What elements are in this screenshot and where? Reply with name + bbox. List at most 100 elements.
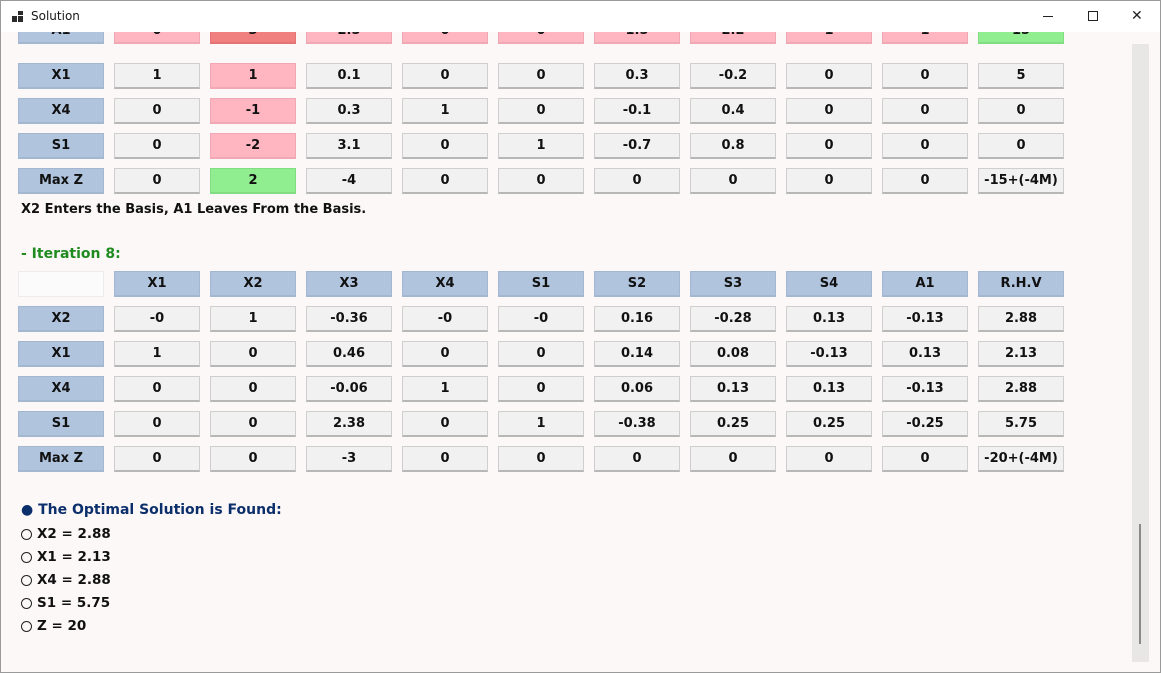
table-cell: -4 [306,168,392,194]
table-cell: 0.14 [594,341,680,367]
table-cell: -0.1 [594,98,680,124]
table-cell: 1 [882,32,968,44]
table-cell: 0.13 [690,376,776,402]
table-cell: 0.06 [594,376,680,402]
table-cell: 0 [402,63,488,89]
table-cell: -15+(-4M) [978,168,1064,194]
table-cell: -0 [498,306,584,332]
table-cell: -0.38 [594,411,680,437]
table-cell: -0.36 [306,306,392,332]
table-cell: 2.38 [306,411,392,437]
table-cell: 0.3 [594,63,680,89]
row-label: X4 [18,376,104,402]
table-cell: 0 [114,32,200,44]
column-header: X3 [306,271,392,297]
table-cell: 0.13 [786,306,872,332]
table-cell: 0 [882,98,968,124]
row-label: Max Z [18,446,104,472]
table-cell: 1 [114,63,200,89]
table-cell: 0.25 [690,411,776,437]
column-header: S2 [594,271,680,297]
row-label: A1 [18,32,104,44]
iteration-title: - Iteration 8: [21,246,121,262]
table-cell: -2 [210,133,296,159]
scrollbar-thumb[interactable] [1139,524,1141,644]
row-label: X2 [18,306,104,332]
maximize-button[interactable] [1070,1,1116,32]
table-cell: 0 [786,63,872,89]
table-cell: 0 [882,133,968,159]
circle-icon [21,620,32,632]
vertical-scrollbar[interactable] [1132,44,1149,662]
table-cell: 0 [498,98,584,124]
solution-content: A1 0 3 2.5 0 0 1.5 2.2 1 1 15 X1 1 1 0.1… [1,32,1129,672]
table-cell: 2.88 [978,306,1064,332]
table-cell: 3 [210,32,296,44]
table-cell: 0 [882,446,968,472]
table-cell: 0 [114,98,200,124]
column-header: R.H.V [978,271,1064,297]
table-cell: -0 [114,306,200,332]
window-title: Solution [31,9,80,23]
table-cell: -0.28 [690,306,776,332]
solution-text: Z = 20 [37,618,87,634]
table-cell: 0.3 [306,98,392,124]
circle-icon [21,574,32,586]
table-cell: 0 [978,133,1064,159]
table-cell: 15 [978,32,1064,44]
optimal-solution-title: ● The Optimal Solution is Found: [21,502,282,518]
table-cell: 5.75 [978,411,1064,437]
table-cell: 1.5 [594,32,680,44]
close-button[interactable]: ✕ [1114,1,1160,32]
table-cell: 0 [498,446,584,472]
table-cell: 0 [498,376,584,402]
table-cell: 0 [690,446,776,472]
basis-change-message: X2 Enters the Basis, A1 Leaves From the … [21,202,367,217]
table-cell: -0.7 [594,133,680,159]
circle-icon [21,597,32,609]
table-cell: 1 [402,98,488,124]
table-cell: 0 [210,411,296,437]
solution-item: X1 = 2.13 [21,549,111,565]
row-label: S1 [18,411,104,437]
solution-item: X4 = 2.88 [21,572,111,588]
table-cell: -20+(-4M) [978,446,1064,472]
table-cell: 0 [498,168,584,194]
table-cell: 0 [114,411,200,437]
table-cell: 2.2 [690,32,776,44]
circle-icon [21,551,32,563]
solution-item: X2 = 2.88 [21,526,111,542]
table-cell: -0.2 [690,63,776,89]
column-header: S4 [786,271,872,297]
table-cell: 2.5 [306,32,392,44]
solution-window: Solution ✕ A1 0 3 2.5 0 0 1.5 2.2 1 1 15… [0,0,1161,673]
circle-icon [21,528,32,540]
table-cell: -0.25 [882,411,968,437]
table-cell: 0.4 [690,98,776,124]
table-cell: 0 [786,446,872,472]
table-cell: 0 [498,341,584,367]
solution-text: S1 = 5.75 [37,595,111,611]
table-cell: 0 [978,98,1064,124]
minimize-icon [1043,16,1053,17]
table-cell: 0 [786,98,872,124]
table-cell: 0 [114,376,200,402]
table-cell: 0 [210,376,296,402]
table-cell: 0 [402,32,488,44]
minimize-button[interactable] [1025,1,1071,32]
table-cell: 0 [594,446,680,472]
row-label: X4 [18,98,104,124]
table-cell: 0.13 [786,376,872,402]
table-cell: 0 [594,168,680,194]
column-header: S1 [498,271,584,297]
table-cell: 0 [402,133,488,159]
row-label: Max Z [18,168,104,194]
column-header: X4 [402,271,488,297]
table-cell: 1 [498,133,584,159]
table-cell: 0.46 [306,341,392,367]
table-cell: -3 [306,446,392,472]
table-cell: 0 [402,411,488,437]
table-cell: 1 [498,411,584,437]
maximize-icon [1088,11,1098,21]
table-cell: 0.16 [594,306,680,332]
